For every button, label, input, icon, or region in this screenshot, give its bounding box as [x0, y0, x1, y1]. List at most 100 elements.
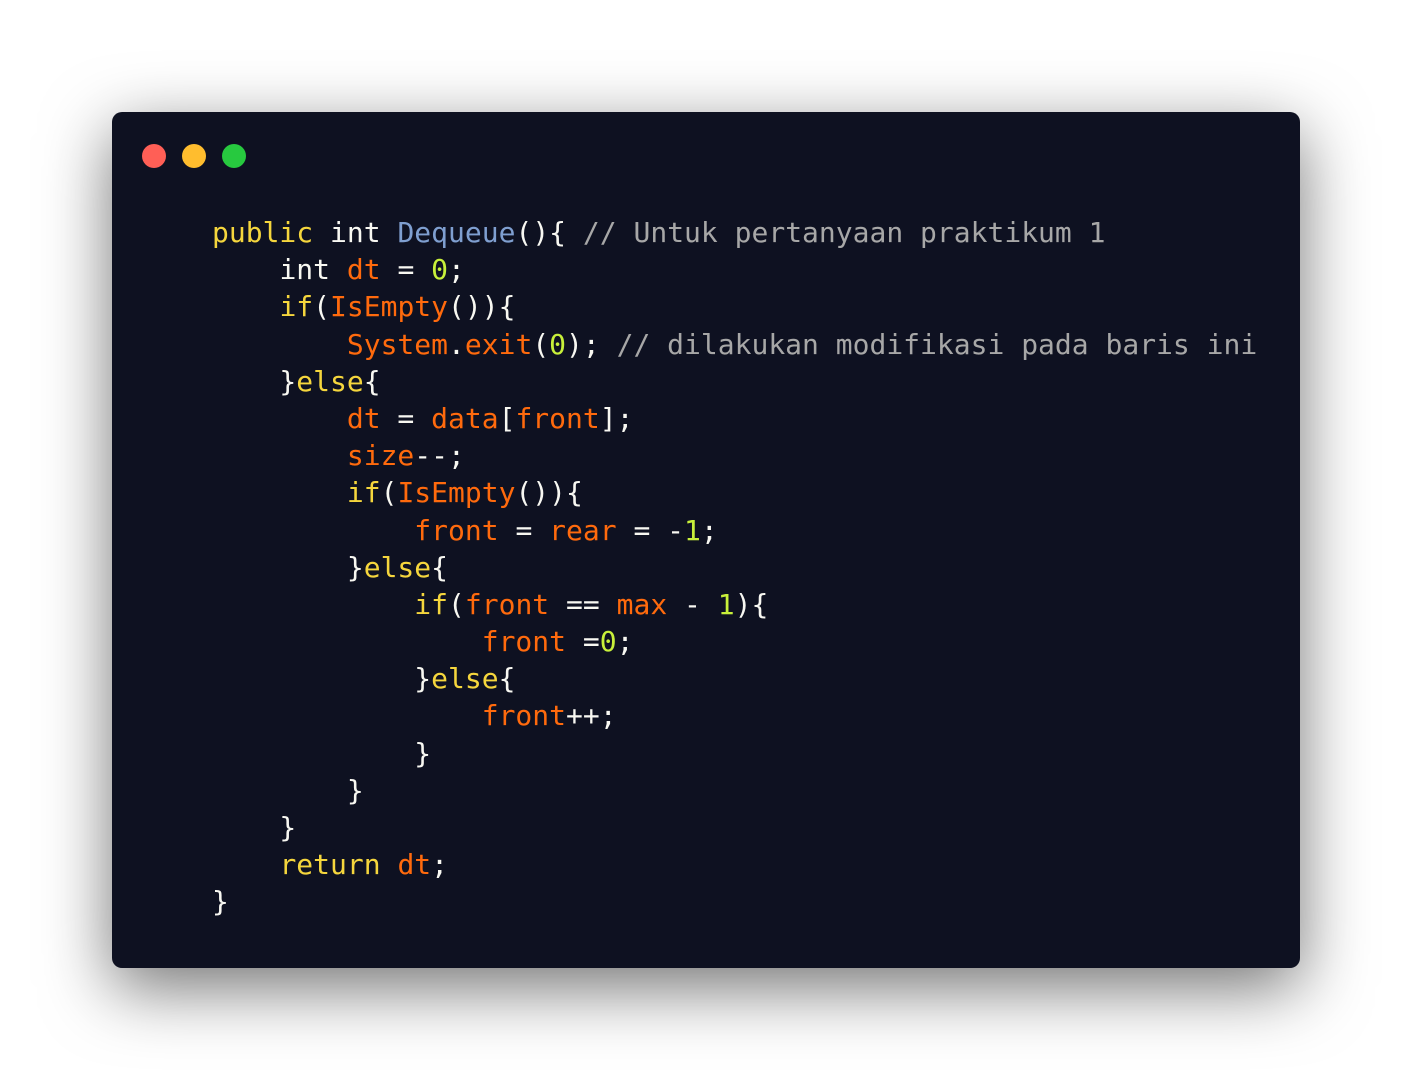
code-token-punctuation: -	[667, 587, 718, 621]
code-token-identifier: data	[431, 401, 499, 435]
code-line: System.exit(0); // dilakukan modifikasi …	[212, 326, 1257, 363]
code-token-punctuation: (	[313, 290, 331, 324]
code-token-identifier: front	[481, 699, 567, 733]
code-line: if(IsEmpty()){	[212, 474, 1257, 511]
code-token-punctuation: (	[380, 476, 398, 510]
code-token-punctuation: }	[212, 885, 229, 919]
code-token-punctuation: ()){	[515, 476, 583, 510]
code-line: }else{	[212, 363, 1257, 400]
code-token-punctuation	[212, 848, 279, 881]
code-token-type: int	[279, 253, 331, 287]
code-token-identifier: System	[346, 327, 449, 361]
code-token-identifier: exit	[464, 327, 533, 361]
code-token-punctuation: .	[448, 327, 465, 361]
code-token-number: 0	[599, 625, 617, 659]
code-token-identifier: front	[464, 587, 550, 621]
code-token-punctuation: =	[498, 513, 550, 547]
code-token-punctuation	[212, 439, 347, 472]
code-token-punctuation	[212, 476, 347, 509]
code-token-punctuation: }	[212, 550, 364, 584]
code-line: size--;	[212, 437, 1257, 474]
code-token-keyword: if	[279, 290, 314, 324]
code-token-punctuation: ;	[616, 625, 634, 659]
code-line: if(front == max - 1){	[212, 586, 1257, 623]
code-token-punctuation: =	[380, 253, 432, 287]
code-token-punctuation: );	[566, 327, 617, 361]
code-line: }else{	[212, 549, 1257, 586]
code-line: }else{	[212, 660, 1257, 697]
code-token-number: 0	[431, 253, 449, 287]
code-token-keyword: else	[363, 550, 432, 584]
code-token-number: 1	[684, 513, 701, 547]
code-token-punctuation: ];	[599, 401, 634, 435]
code-token-punctuation: }	[212, 662, 432, 696]
code-token-keyword: else	[431, 662, 499, 696]
code-token-identifier: max	[616, 587, 668, 621]
code-line: }	[212, 809, 1257, 846]
code-token-punctuation	[313, 216, 330, 249]
code-token-keyword: public	[212, 216, 314, 249]
code-token-punctuation	[381, 216, 398, 249]
code-token-punctuation: (){	[515, 216, 583, 249]
code-token-punctuation: }	[212, 811, 297, 844]
code-line: dt = data[front];	[212, 400, 1257, 437]
code-token-type: int	[330, 216, 381, 249]
code-token-punctuation: (	[532, 327, 550, 361]
code-token-punctuation: }	[212, 773, 364, 807]
code-token-punctuation: ){	[734, 587, 769, 621]
code-line: if(IsEmpty()){	[212, 288, 1257, 325]
code-token-punctuation: {	[363, 364, 381, 398]
code-token-punctuation	[212, 290, 279, 323]
code-token-punctuation	[212, 328, 347, 361]
code-token-identifier: dt	[397, 848, 432, 882]
code-line: front = rear = -1;	[212, 512, 1257, 549]
code-token-comment: // dilakukan modifikasi pada baris ini	[616, 327, 1258, 361]
code-token-identifier: dt	[346, 253, 381, 287]
code-token-punctuation: }	[212, 364, 297, 398]
code-token-keyword: return	[279, 848, 381, 882]
code-token-punctuation: = -	[616, 513, 685, 547]
code-token-punctuation	[212, 402, 347, 435]
code-token-punctuation: [	[498, 401, 516, 435]
code-token-identifier: size	[346, 439, 415, 473]
code-token-number: 0	[549, 327, 567, 361]
code-token-punctuation: ++;	[566, 699, 617, 733]
minimize-dot-icon	[182, 144, 206, 168]
code-token-identifier: front	[515, 401, 600, 435]
code-line: front++;	[212, 697, 1257, 734]
code-token-identifier: front	[414, 513, 499, 547]
code-line: int dt = 0;	[212, 251, 1257, 288]
code-token-punctuation: (	[448, 587, 465, 621]
close-dot-icon	[142, 144, 166, 168]
code-token-punctuation	[212, 588, 414, 621]
code-token-punctuation: ;	[448, 253, 465, 287]
code-token-function-name: Dequeue	[397, 216, 516, 249]
code-token-punctuation	[381, 848, 398, 881]
code-token-punctuation	[212, 514, 414, 547]
code-token-comment: // Untuk pertanyaan praktikum 1	[582, 216, 1106, 249]
code-token-punctuation: {	[431, 550, 449, 584]
code-line: public int Dequeue(){ // Untuk pertanyaa…	[212, 214, 1257, 251]
code-token-punctuation: ;	[700, 513, 718, 547]
code-token-punctuation	[212, 699, 482, 732]
code-token-punctuation: =	[566, 625, 600, 659]
code-window: public int Dequeue(){ // Untuk pertanyaa…	[112, 112, 1300, 968]
code-line: }	[212, 772, 1257, 809]
code-token-punctuation: --;	[414, 439, 465, 473]
code-token-keyword: if	[346, 476, 381, 510]
code-token-keyword: if	[414, 587, 449, 621]
code-token-punctuation: =	[380, 401, 432, 435]
code-token-identifier: IsEmpty	[397, 476, 516, 510]
code-line: return dt;	[212, 846, 1257, 883]
code-line: }	[212, 883, 1257, 920]
code-line: }	[212, 735, 1257, 772]
code-token-punctuation: ;	[431, 848, 449, 882]
code-token-identifier: dt	[346, 401, 381, 435]
code-line: front =0;	[212, 623, 1257, 660]
code-token-keyword: else	[296, 364, 364, 398]
code-token-punctuation	[212, 625, 482, 658]
code-token-punctuation: ==	[549, 587, 617, 621]
maximize-dot-icon	[222, 144, 246, 168]
code-token-punctuation: ()){	[448, 290, 516, 324]
code-token-punctuation: }	[212, 736, 432, 770]
